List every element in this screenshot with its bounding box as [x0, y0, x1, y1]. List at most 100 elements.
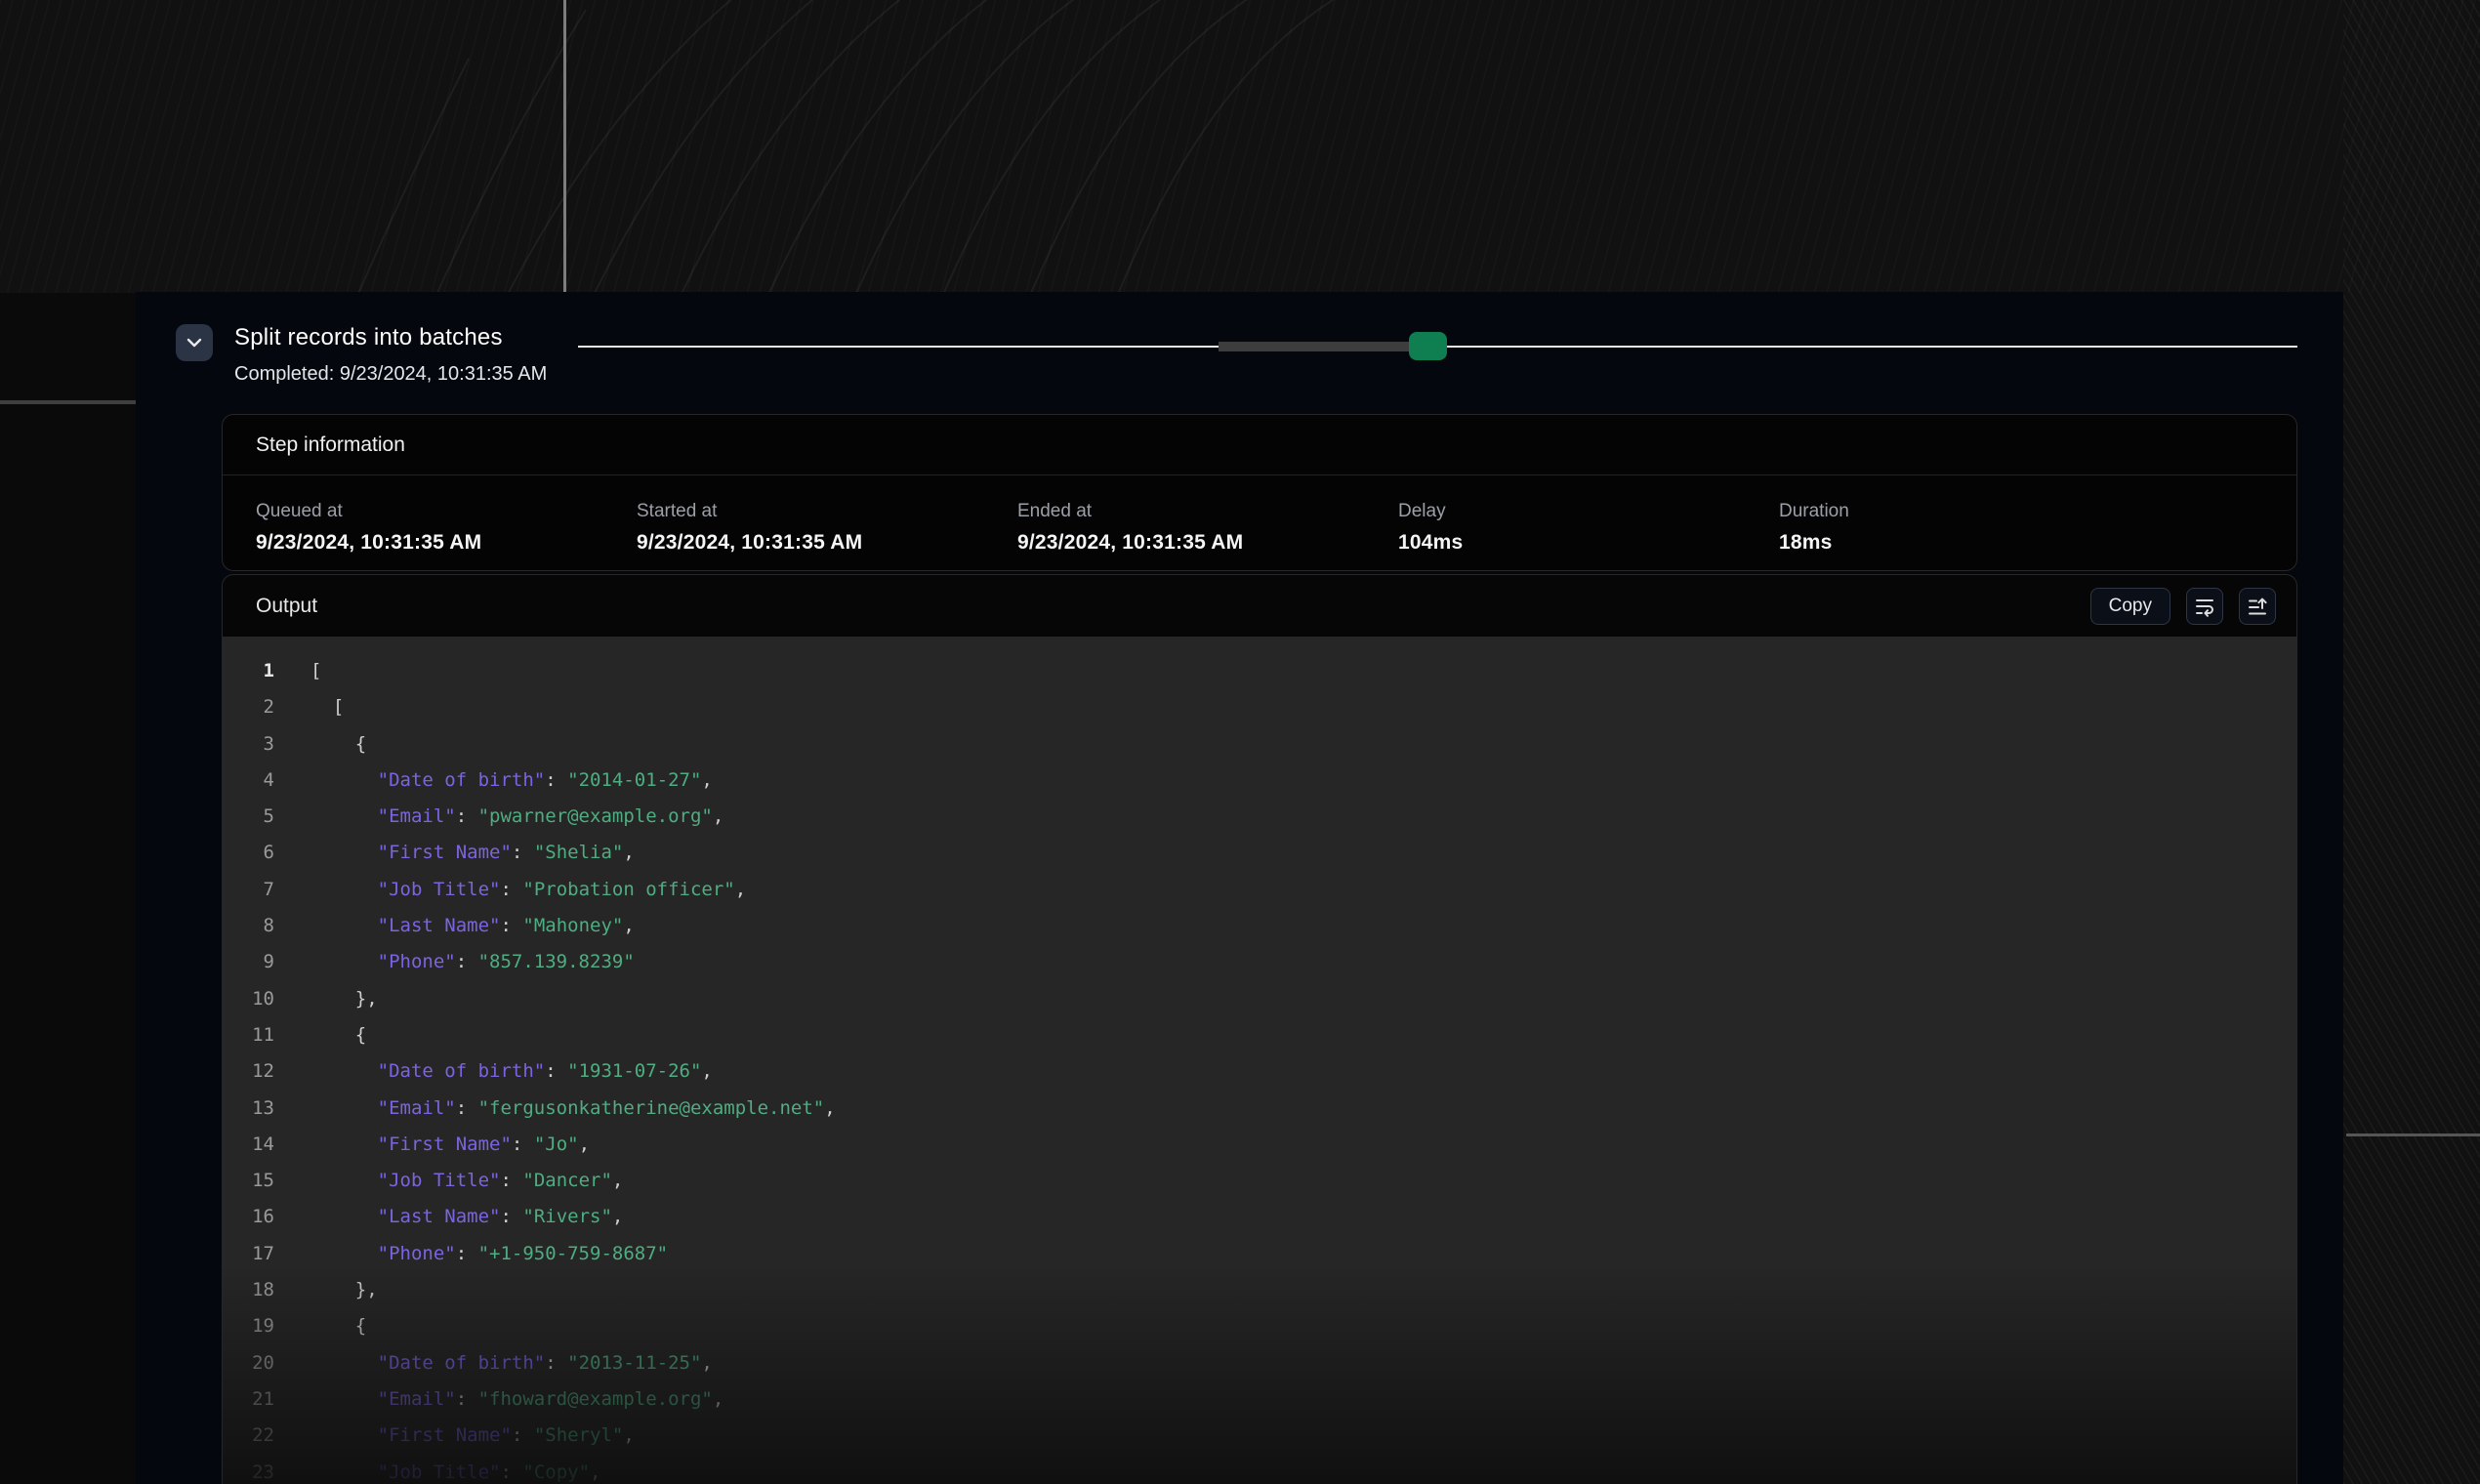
line-number: 2	[223, 689, 274, 725]
line-number: 15	[223, 1163, 274, 1199]
line-number: 7	[223, 872, 274, 908]
code-line: 4 "Date of birth": "2014-01-27",	[223, 763, 2296, 799]
wrap-lines-button[interactable]	[2186, 588, 2223, 625]
line-content: "First Name": "Jo",	[274, 1127, 590, 1163]
field-value: 104ms	[1398, 531, 1779, 555]
step-field: Queued at 9/23/2024, 10:31:35 AM	[256, 501, 637, 555]
step-field: Delay 104ms	[1398, 501, 1779, 555]
step-information-box: Step information Queued at9/23/2024, 10:…	[222, 414, 2297, 571]
background-texture-right	[2343, 0, 2480, 1484]
background-vertical-line	[563, 0, 566, 292]
wrap-lines-icon	[2193, 595, 2216, 618]
line-content: {	[274, 1308, 366, 1344]
step-information-header: Step information	[223, 415, 2296, 475]
code-line: 5 "Email": "pwarner@example.org",	[223, 799, 2296, 835]
step-status-text: Completed: 9/23/2024, 10:31:35 AM	[234, 363, 547, 386]
line-number: 18	[223, 1272, 274, 1308]
line-content: "Job Title": "Dancer",	[274, 1163, 623, 1199]
output-title: Output	[256, 595, 317, 618]
scroll-to-top-icon	[2246, 595, 2269, 618]
line-content: {	[274, 726, 366, 763]
code-line: 20 "Date of birth": "2013-11-25",	[223, 1345, 2296, 1381]
step-information-title: Step information	[256, 433, 405, 457]
code-line: 16 "Last Name": "Rivers",	[223, 1199, 2296, 1235]
step-title: Split records into batches	[234, 324, 547, 351]
line-number: 9	[223, 944, 274, 980]
line-content: "Last Name": "Rivers",	[274, 1199, 623, 1235]
timeline-track[interactable]	[578, 346, 2297, 348]
background-horizontal-line-right	[2346, 1134, 2480, 1136]
line-number: 21	[223, 1381, 274, 1418]
line-content: },	[274, 1272, 378, 1308]
line-number: 1	[223, 653, 274, 689]
line-content: "Date of birth": "2013-11-25",	[274, 1345, 713, 1381]
line-content: [	[274, 689, 344, 725]
code-line: 9 "Phone": "857.139.8239"	[223, 944, 2296, 980]
screen: Split records into batches Completed: 9/…	[0, 0, 2480, 1484]
line-number: 5	[223, 799, 274, 835]
code-line: 7 "Job Title": "Probation officer",	[223, 872, 2296, 908]
step-field: Duration 18ms	[1779, 501, 1849, 555]
field-label: Duration	[1779, 501, 1849, 522]
line-number: 22	[223, 1418, 274, 1454]
step-field: Ended at9/23/2024, 10:31:35 AM	[1017, 501, 1398, 555]
output-toolbar: Copy	[2090, 588, 2276, 625]
line-content: {	[274, 1017, 366, 1053]
code-line: 3 {	[223, 726, 2296, 763]
output-box: Output Copy	[222, 574, 2297, 1484]
line-number: 8	[223, 908, 274, 944]
field-label: Queued at	[256, 501, 637, 522]
code-viewport[interactable]: 1[2 [3 {4 "Date of birth": "2014-01-27",…	[223, 637, 2296, 1484]
timeline-handle[interactable]	[1409, 332, 1447, 360]
code-line: 23 "Job Title": "Copy",	[223, 1455, 2296, 1484]
code-line: 12 "Date of birth": "1931-07-26",	[223, 1053, 2296, 1090]
line-number: 13	[223, 1091, 274, 1127]
line-content: "Email": "fergusonkatherine@example.net"…	[274, 1091, 836, 1127]
scroll-to-top-button[interactable]	[2239, 588, 2276, 625]
code-lines: 1[2 [3 {4 "Date of birth": "2014-01-27",…	[223, 637, 2296, 1484]
code-line: 11 {	[223, 1017, 2296, 1053]
line-content: "Job Title": "Copy",	[274, 1455, 600, 1484]
background-left-strip	[0, 293, 136, 1484]
line-content: "Email": "fhoward@example.org",	[274, 1381, 723, 1418]
field-value: 9/23/2024, 10:31:35 AM	[256, 531, 637, 555]
code-line: 21 "Email": "fhoward@example.org",	[223, 1381, 2296, 1418]
line-number: 23	[223, 1455, 274, 1484]
line-content: "Phone": "+1-950-759-8687"	[274, 1236, 668, 1272]
background-horizontal-line-left	[0, 400, 136, 404]
field-label: Ended at	[1017, 501, 1398, 522]
code-line: 15 "Job Title": "Dancer",	[223, 1163, 2296, 1199]
line-number: 10	[223, 981, 274, 1017]
code-line: 14 "First Name": "Jo",	[223, 1127, 2296, 1163]
line-number: 12	[223, 1053, 274, 1090]
copy-button[interactable]: Copy	[2090, 588, 2170, 625]
code-line: 18 },	[223, 1272, 2296, 1308]
line-number: 4	[223, 763, 274, 799]
line-number: 17	[223, 1236, 274, 1272]
line-content: },	[274, 981, 378, 1017]
code-line: 2 [	[223, 689, 2296, 725]
field-label: Started at	[637, 501, 1017, 522]
code-line: 13 "Email": "fergusonkatherine@example.n…	[223, 1091, 2296, 1127]
line-number: 20	[223, 1345, 274, 1381]
line-number: 6	[223, 835, 274, 871]
line-number: 14	[223, 1127, 274, 1163]
line-content: "Date of birth": "1931-07-26",	[274, 1053, 713, 1090]
collapse-step-button[interactable]	[176, 324, 213, 361]
code-line: 1[	[223, 653, 2296, 689]
line-content: "Last Name": "Mahoney",	[274, 908, 635, 944]
timeline-progress-segment	[1219, 342, 1409, 351]
line-content: "Job Title": "Probation officer",	[274, 872, 746, 908]
output-header: Output Copy	[223, 575, 2296, 637]
field-value: 9/23/2024, 10:31:35 AM	[637, 531, 1017, 555]
field-label: Delay	[1398, 501, 1779, 522]
line-content: "Date of birth": "2014-01-27",	[274, 763, 713, 799]
step-field: Started at 9/23/2024, 10:31:35 AM	[637, 501, 1017, 555]
field-value: 18ms	[1779, 531, 1849, 555]
chevron-down-icon	[186, 338, 202, 348]
line-content: "First Name": "Shelia",	[274, 835, 635, 871]
background-texture-top	[0, 0, 2480, 293]
line-number: 16	[223, 1199, 274, 1235]
line-content: [	[274, 653, 321, 689]
line-content: "First Name": "Sheryl",	[274, 1418, 635, 1454]
